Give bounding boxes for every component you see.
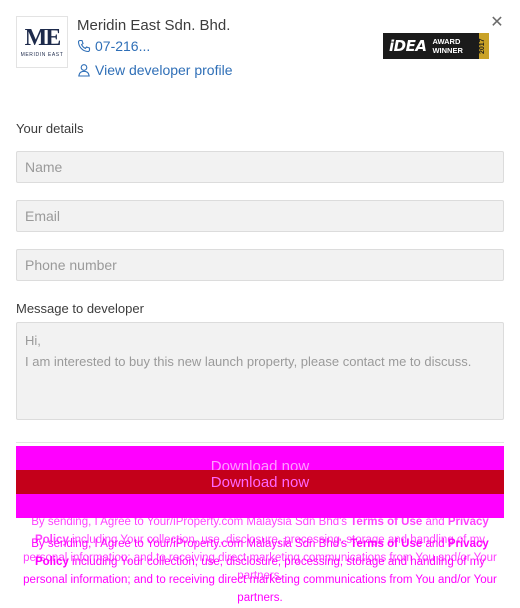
- consent-and: and: [422, 516, 448, 528]
- badge-label-line2: WINNER: [432, 46, 463, 55]
- terms-of-use-link[interactable]: Terms of Use: [350, 516, 422, 528]
- divider: [16, 442, 504, 443]
- email-field[interactable]: [16, 200, 504, 232]
- phone-icon: [77, 39, 91, 53]
- logo-monogram: ME: [24, 25, 62, 51]
- terms-of-use-link[interactable]: Terms of Use: [350, 538, 422, 550]
- your-details-heading: Your details: [16, 121, 84, 136]
- name-field[interactable]: [16, 151, 504, 183]
- message-field[interactable]: Hi, I am interested to buy this new laun…: [16, 322, 504, 420]
- developer-name: Meridin East Sdn. Bhd.: [77, 17, 231, 34]
- phone-number-field[interactable]: [16, 249, 504, 281]
- badge-label-line1: AWARD: [432, 37, 461, 46]
- consent-prefix: By sending, I Agree to Your/iProperty.co…: [31, 516, 351, 528]
- consent-suffix: including Your collection, use, disclosu…: [23, 556, 497, 604]
- profile-link-label: View developer profile: [95, 62, 233, 78]
- idea-award-badge: iDEA AWARD WINNER 2017: [383, 33, 489, 59]
- person-icon: [78, 64, 90, 77]
- close-icon[interactable]: ✕: [490, 15, 504, 31]
- phone-number: 07-216...: [95, 38, 151, 54]
- consent-and: and: [422, 538, 448, 550]
- badge-label: AWARD WINNER: [432, 37, 462, 55]
- badge-year: 2017: [479, 33, 489, 59]
- badge-brand: iDEA: [389, 37, 427, 55]
- view-developer-profile-link[interactable]: View developer profile: [77, 62, 233, 78]
- message-label: Message to developer: [16, 301, 144, 316]
- consent-text: By sending, I Agree to Your/iProperty.co…: [16, 535, 504, 607]
- developer-phone-link[interactable]: 07-216...: [77, 38, 150, 54]
- download-now-button[interactable]: Download now: [16, 470, 504, 494]
- logo-subtext: MERIDIN EAST: [20, 52, 64, 58]
- consent-prefix: By sending, I Agree to Your/iProperty.co…: [31, 538, 351, 550]
- developer-logo[interactable]: ME MERIDIN EAST: [16, 16, 68, 68]
